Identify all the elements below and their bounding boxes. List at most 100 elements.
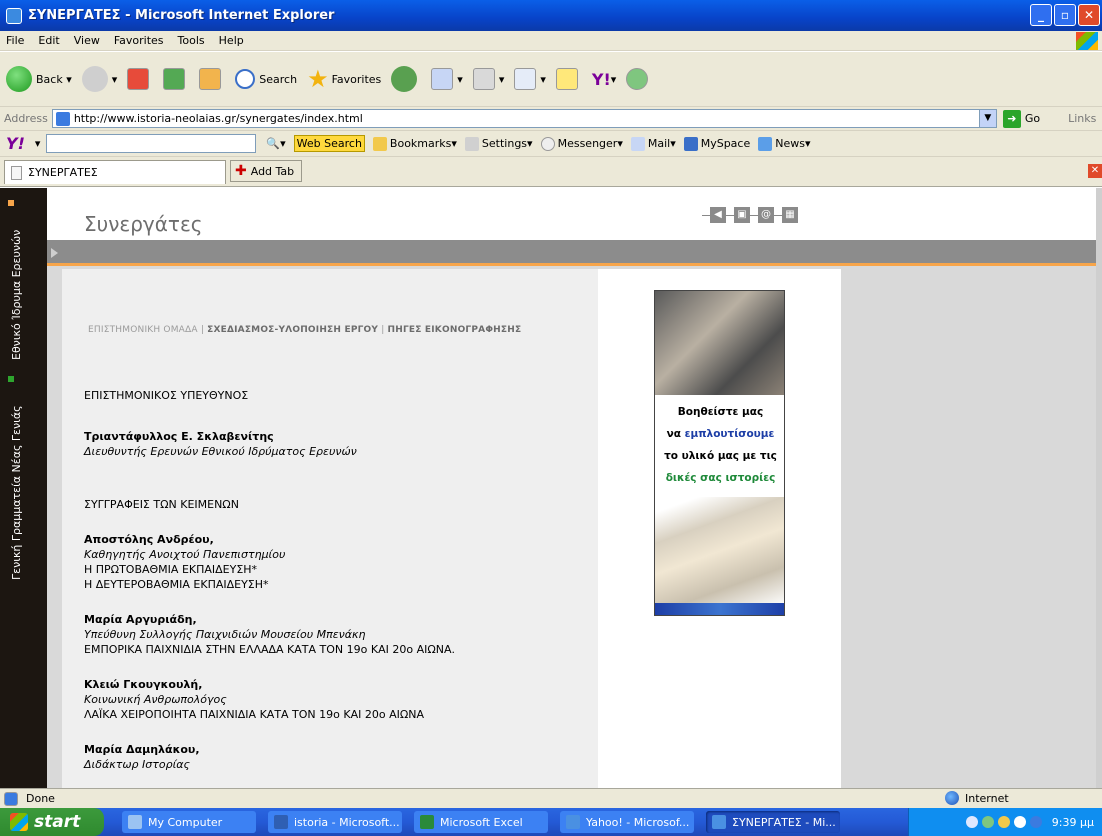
nav-image-sources[interactable]: ΠΗΓΕΣ ΕΙΚΟΝΟΓΡΑΦΗΣΗΣ xyxy=(387,325,521,335)
mail-link-button[interactable]: Mail ▾ xyxy=(630,136,676,151)
nav-scientific-team[interactable]: ΕΠΙΣΤΗΜΟΝΙΚΗ ΟΜΑΔΑ xyxy=(88,325,198,335)
discuss-button[interactable] xyxy=(555,68,582,90)
side-label-eie[interactable]: Εθνικό Ίδρυμα Ερευνών xyxy=(10,230,23,360)
maximize-button[interactable]: ▫ xyxy=(1054,4,1076,26)
sitemap-icon[interactable]: ▦ xyxy=(782,207,798,223)
tray-icon[interactable] xyxy=(981,816,994,828)
home-button[interactable] xyxy=(199,68,225,90)
bookmarks-button[interactable]: Bookmarks ▾ xyxy=(372,136,457,151)
page-scrollbar[interactable] xyxy=(1096,188,1102,788)
taskbar-item-yahoo[interactable]: Yahoo! - Microsof... xyxy=(560,811,694,833)
start-button[interactable]: start xyxy=(0,808,104,836)
tray-icon[interactable] xyxy=(1013,816,1026,828)
ie-icon xyxy=(6,7,22,24)
address-bar: Address http://www.istoria-neolaias.gr/s… xyxy=(0,107,1102,131)
tab-bar: ΣΥΝΕΡΓΑΤΕΣ ✚ Add Tab ✕ xyxy=(0,157,1102,187)
nav-strip xyxy=(47,240,1102,266)
tray-icon[interactable] xyxy=(965,816,978,828)
person-name-row: Αποστόλης Ανδρέου, xyxy=(84,533,214,546)
person-role: Υπεύθυνη Συλλογής Παιχνιδιών Μουσείου Μπ… xyxy=(84,628,366,641)
note-icon xyxy=(555,68,578,90)
yahoo-messenger-button[interactable]: Y! ▾ xyxy=(592,70,616,89)
site-header: Συνεργάτες ◀ ▣ @ ▦ xyxy=(47,188,1102,240)
web-search-button[interactable]: Web Search xyxy=(293,135,365,152)
menu-tools[interactable]: Tools xyxy=(178,34,205,47)
menu-edit[interactable]: Edit xyxy=(38,34,59,47)
menu-favorites[interactable]: Favorites xyxy=(114,34,164,47)
contribution: Η ΔΕΥΤΕΡΟΒΑΘΜΙΑ ΕΚΠΑΙΔΕΥΣΗ* xyxy=(84,578,269,591)
page-doc-icon xyxy=(11,165,22,180)
back-nav-icon[interactable]: ◀ xyxy=(710,207,726,223)
history-button[interactable] xyxy=(391,66,421,92)
yahoo-toolbar: Y! ▾ 🔍▾ Web Search Bookmarks ▾ Settings ▾ … xyxy=(0,131,1102,157)
taskbar-item-excel[interactable]: Microsoft Excel xyxy=(414,811,548,833)
taskbar-item-word[interactable]: istoria - Microsoft... xyxy=(268,811,402,833)
clock[interactable]: 9:39 μμ xyxy=(1052,816,1094,829)
person-name: Μαρία Δαμηλάκου xyxy=(84,743,196,756)
globe-icon xyxy=(945,791,959,805)
green-square-icon xyxy=(8,376,14,382)
excel-icon xyxy=(420,815,434,829)
refresh-icon xyxy=(163,68,186,90)
bookmarks-icon xyxy=(372,136,387,151)
banner-documents-image xyxy=(655,497,784,605)
links-button[interactable]: Links xyxy=(1068,112,1096,125)
yahoo-search-input[interactable] xyxy=(46,134,257,153)
window-icon[interactable]: ▣ xyxy=(734,207,750,223)
tab-synergates[interactable]: ΣΥΝΕΡΓΑΤΕΣ xyxy=(4,160,226,184)
person-name: Μαρία Αργυριάδη xyxy=(84,613,193,626)
news-icon xyxy=(758,136,773,151)
computer-icon xyxy=(128,815,142,829)
news-button[interactable]: News ▾ xyxy=(758,136,811,151)
stop-button[interactable] xyxy=(127,68,153,90)
address-input[interactable]: http://www.istoria-neolaias.gr/synergate… xyxy=(51,109,997,128)
back-button[interactable]: Back ▾ xyxy=(6,66,72,92)
settings-button[interactable]: Settings ▾ xyxy=(464,136,533,151)
collaborators-list: ΕΠΙΣΤΗΜΟΝΙΚΟΣ ΥΠΕΥΘΥΝΟΣ Τριαντάφυλλος Ε.… xyxy=(84,388,584,772)
tray-icon[interactable] xyxy=(1029,816,1042,828)
mail-button[interactable]: ▾ xyxy=(431,68,463,90)
forward-button[interactable]: ▾ xyxy=(81,66,117,92)
edit-button[interactable]: ▾ xyxy=(514,68,546,90)
nav-design-implementation[interactable]: ΣΧΕΔΙΑΣΜΟΣ-ΥΛΟΠΟΙΗΣΗ ΕΡΓΟΥ xyxy=(207,325,378,335)
yahoo-logo[interactable]: Y! xyxy=(6,134,25,153)
messenger-people-button[interactable] xyxy=(626,68,652,90)
expand-arrow-icon[interactable] xyxy=(51,248,58,258)
word-icon xyxy=(514,68,537,90)
tray-icon[interactable] xyxy=(997,816,1010,828)
print-button[interactable]: ▾ xyxy=(472,68,504,90)
back-arrow-icon xyxy=(6,66,32,92)
refresh-button[interactable] xyxy=(163,68,189,90)
side-label-ggng[interactable]: Γενική Γραμματεία Νέας Γενιάς xyxy=(10,405,23,580)
window-titlebar: ΣΥΝΕΡΓΑΤΕΣ - Microsoft Internet Explorer… xyxy=(0,0,1102,31)
person-role: Κοινωνική Ανθρωπολόγος xyxy=(84,693,227,706)
star-icon: ★ xyxy=(307,65,329,93)
standard-toolbar: Back ▾ ▾ Search ★ Favorites ▾ ▾ ▾ Y! ▾ xyxy=(0,52,1102,107)
mail-envelope-icon xyxy=(630,136,645,151)
menu-view[interactable]: View xyxy=(74,34,100,47)
close-button[interactable]: ✕ xyxy=(1078,4,1100,26)
go-button[interactable]: ➜ Go xyxy=(1002,109,1040,128)
person-name-row: Μαρία Δαμηλάκου, xyxy=(84,743,200,756)
person-role: Διευθυντής Ερευνών Εθνικού Ιδρύματος Ερε… xyxy=(84,445,357,458)
favorites-button[interactable]: ★ Favorites xyxy=(307,65,381,93)
search-button[interactable]: Search xyxy=(235,69,297,89)
email-icon[interactable]: @ xyxy=(758,207,774,223)
yahoo-search-icon-button[interactable]: 🔍▾ xyxy=(266,137,285,150)
menu-help[interactable]: Help xyxy=(219,34,244,47)
settings-icon xyxy=(464,136,479,151)
people-icon xyxy=(626,68,649,90)
print-icon xyxy=(472,68,495,90)
messenger-button[interactable]: Messenger ▾ xyxy=(540,136,623,151)
add-tab-button[interactable]: ✚ Add Tab xyxy=(230,160,302,182)
side-strip: Εθνικό Ίδρυμα Ερευνών Γενική Γραμματεία … xyxy=(0,188,47,788)
menu-file[interactable]: File xyxy=(6,34,24,47)
taskbar-item-synergates[interactable]: ΣΥΝΕΡΓΑΤΕΣ - Mi... xyxy=(706,811,840,833)
taskbar-item-my-computer[interactable]: My Computer xyxy=(122,811,256,833)
stories-banner[interactable]: Βοηθείστε μας να εμπλουτίσουμε το υλικό … xyxy=(654,290,785,616)
minimize-button[interactable]: _ xyxy=(1030,4,1052,26)
banner-text: Βοηθείστε μας να εμπλουτίσουμε το υλικό … xyxy=(664,406,777,484)
myspace-button[interactable]: MySpace xyxy=(683,136,750,151)
close-tab-icon[interactable]: ✕ xyxy=(1088,164,1102,178)
address-dropdown[interactable]: ▼ xyxy=(978,110,996,127)
